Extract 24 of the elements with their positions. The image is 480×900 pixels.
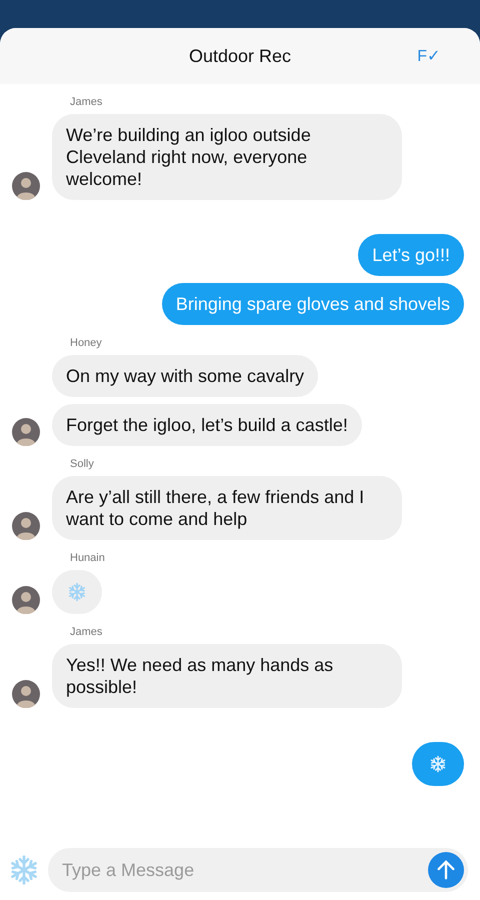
message-bubble: Are y’all still there, a few friends and I want to come and help [52, 476, 402, 540]
arrow-up-icon [435, 859, 457, 881]
snowflake-icon [67, 582, 87, 602]
message-field[interactable]: Type a Message [48, 848, 468, 892]
sender-name: Solly [70, 458, 94, 470]
message-bubble: We’re building an igloo outside Cleveland right now, everyone welcome! [52, 114, 402, 200]
message-bubble: Let’s go!!! [358, 234, 464, 276]
message-bubble: Forget the igloo, let’s build a castle! [52, 404, 362, 446]
avatar [12, 586, 40, 614]
message-bubble: Yes!! We need as many hands as possible! [52, 644, 402, 708]
avatar [12, 172, 40, 200]
message-bubble: On my way with some cavalry [52, 355, 318, 397]
sender-name: James [70, 96, 102, 108]
sender-name: Hunain [70, 552, 105, 564]
avatar [12, 512, 40, 540]
sender-name: Honey [70, 337, 102, 349]
message-bubble: Bringing spare gloves and shovels [162, 283, 464, 325]
chat-title: Outdoor Rec [188, 46, 292, 66]
snowflake-icon [8, 854, 40, 886]
header-action[interactable]: F✓ [417, 46, 440, 66]
avatar [12, 418, 40, 446]
avatar [12, 680, 40, 708]
snowflake-icon [429, 755, 447, 773]
sender-name: James [70, 626, 102, 638]
